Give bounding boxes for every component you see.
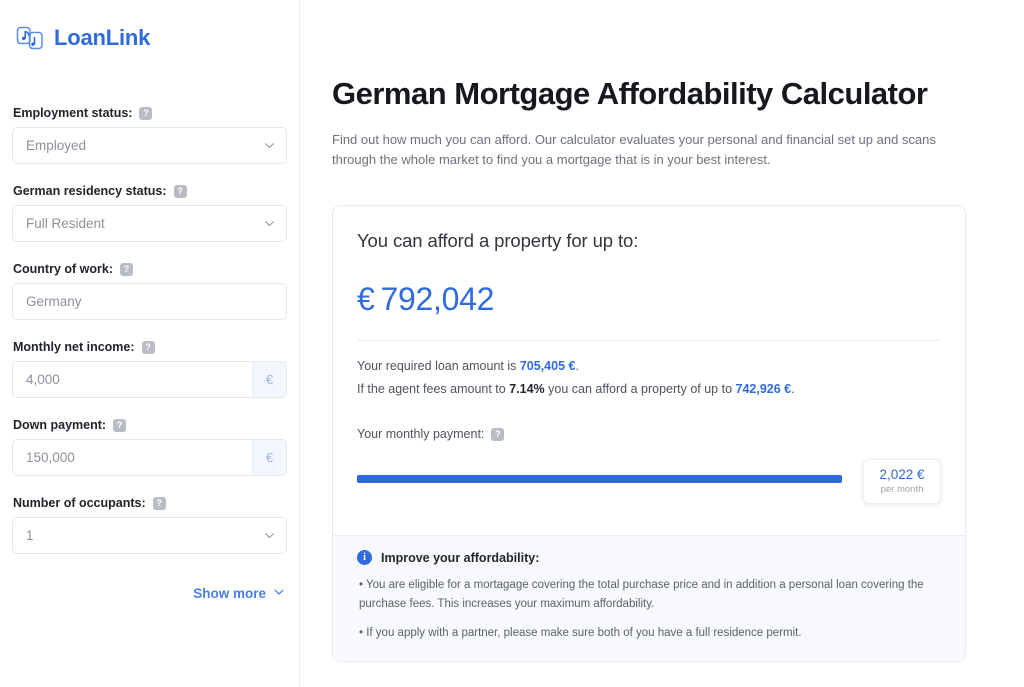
affordability-form: Employment status: ? Employed German res… (12, 58, 287, 601)
affordability-result-card: You can afford a property for up to: €79… (332, 204, 966, 663)
required-loan-prefix: Your required loan amount is (357, 358, 520, 373)
monthly-payment-label-text: Your monthly payment: (357, 427, 485, 442)
improve-affordability-header: i Improve your affordability: (357, 550, 941, 566)
german-residency-status-select[interactable]: Full Resident (12, 205, 287, 242)
loanlink-logo-icon (15, 23, 45, 53)
help-icon[interactable]: ? (139, 106, 153, 120)
affordable-amount-value: 792,042 (380, 280, 495, 317)
chevron-down-icon[interactable] (252, 529, 286, 542)
chevron-down-icon[interactable] (252, 217, 286, 230)
agent-fees-amount: 742,926 € (735, 382, 792, 397)
monthly-net-income-input[interactable]: 4,000 € (12, 361, 287, 398)
field-label-text: Employment status: (13, 106, 133, 120)
number-of-occupants-value: 1 (26, 528, 34, 543)
brand-logo[interactable]: LoanLink (12, 0, 287, 58)
field-label: Monthly net income: ? (12, 340, 287, 354)
chevron-down-icon[interactable] (252, 139, 286, 152)
field-label: German residency status: ? (12, 184, 287, 198)
brand-name: LoanLink (54, 24, 151, 50)
page-subtitle: Find out how much you can afford. Our ca… (332, 131, 936, 167)
monthly-net-income-value: 4,000 (26, 372, 60, 387)
monthly-payment-bar-fill (357, 475, 842, 484)
field-label-text: Down payment: (13, 418, 107, 432)
field-label-text: German residency status: (13, 184, 167, 198)
help-icon[interactable]: ? (120, 262, 133, 276)
info-icon: i (357, 550, 372, 566)
required-loan-suffix: . (575, 358, 579, 373)
field-label-text: Country of work: (13, 262, 113, 276)
field-monthly-net-income: Monthly net income: ? 4,000 € (12, 340, 287, 398)
field-country-of-work: Country of work: ? Germany (12, 262, 287, 320)
help-icon[interactable]: ? (173, 184, 187, 198)
country-of-work-value: Germany (26, 294, 82, 309)
country-of-work-input[interactable]: Germany (12, 283, 287, 320)
agent-fees-prefix: If the agent fees amount to (357, 382, 510, 397)
chevron-down-icon (273, 586, 285, 601)
agent-fees-percent: 7.14% (509, 382, 545, 397)
field-number-of-occupants: Number of occupants: ? 1 (12, 496, 287, 554)
monthly-payment-period: per month (880, 484, 924, 496)
affordability-tip: • You are eligible for a mortagage cover… (359, 579, 924, 610)
field-label: Number of occupants: ? (12, 496, 287, 510)
app-root: LoanLink Employment status: ? Employed G… (0, 0, 1024, 687)
euro-suffix-icon: € (252, 362, 286, 397)
down-payment-input[interactable]: 150,000 € (12, 439, 287, 476)
field-label: Down payment: ? (12, 418, 287, 432)
show-more-button[interactable]: Show more (12, 574, 287, 601)
field-label-text: Number of occupants: (13, 496, 146, 510)
employment-status-select[interactable]: Employed (12, 127, 287, 164)
down-payment-value: 150,000 (26, 450, 75, 465)
required-loan-line: Your required loan amount is 705,405 €. (357, 355, 941, 378)
result-details: Your required loan amount is 705,405 €. … (357, 355, 941, 401)
page-title: German Mortgage Affordability Calculator (332, 76, 928, 111)
show-more-label: Show more (193, 586, 266, 601)
field-label-text: Monthly net income: (13, 340, 135, 354)
field-german-residency-status: German residency status: ? Full Resident (12, 184, 287, 242)
field-down-payment: Down payment: ? 150,000 € (12, 418, 287, 476)
affordability-tip: • If you apply with a partner, please ma… (359, 627, 802, 640)
divider (357, 339, 941, 341)
field-employment-status: Employment status: ? Employed (12, 106, 287, 164)
monthly-payment-bar-area: 2,022 € per month (357, 459, 941, 505)
field-label: Country of work: ? (12, 262, 287, 276)
employment-status-value: Employed (26, 138, 87, 153)
monthly-payment-tooltip: 2,022 € per month (863, 459, 941, 505)
currency-symbol: € (357, 280, 375, 317)
monthly-payment-amount: 2,022 € (879, 467, 925, 483)
agent-fees-line: If the agent fees amount to 7.14% you ca… (357, 378, 941, 401)
monthly-payment-bar-track[interactable] (357, 475, 941, 484)
agent-fees-middle: you can afford a property of up to (544, 382, 736, 397)
main-content: German Mortgage Affordability Calculator… (300, 0, 1024, 687)
agent-fees-suffix: . (791, 382, 795, 397)
german-residency-status-value: Full Resident (26, 216, 105, 231)
improve-affordability-title: Improve your affordability: (381, 550, 540, 565)
result-card-body: You can afford a property for up to: €79… (333, 206, 965, 535)
field-label: Employment status: ? (12, 106, 287, 120)
euro-suffix-icon: € (252, 440, 286, 475)
number-of-occupants-select[interactable]: 1 (12, 517, 287, 554)
required-loan-amount: 705,405 € (519, 358, 576, 373)
monthly-payment-label: Your monthly payment: ? (357, 427, 941, 441)
affordable-amount: €792,042 (357, 281, 941, 318)
help-icon[interactable]: ? (141, 340, 155, 354)
improve-affordability-section: i Improve your affordability: • You are … (333, 535, 965, 662)
help-icon[interactable]: ? (113, 418, 127, 432)
help-icon[interactable]: ? (491, 427, 505, 441)
result-heading: You can afford a property for up to: (357, 229, 639, 251)
help-icon[interactable]: ? (152, 496, 166, 510)
sidebar: LoanLink Employment status: ? Employed G… (0, 0, 300, 687)
